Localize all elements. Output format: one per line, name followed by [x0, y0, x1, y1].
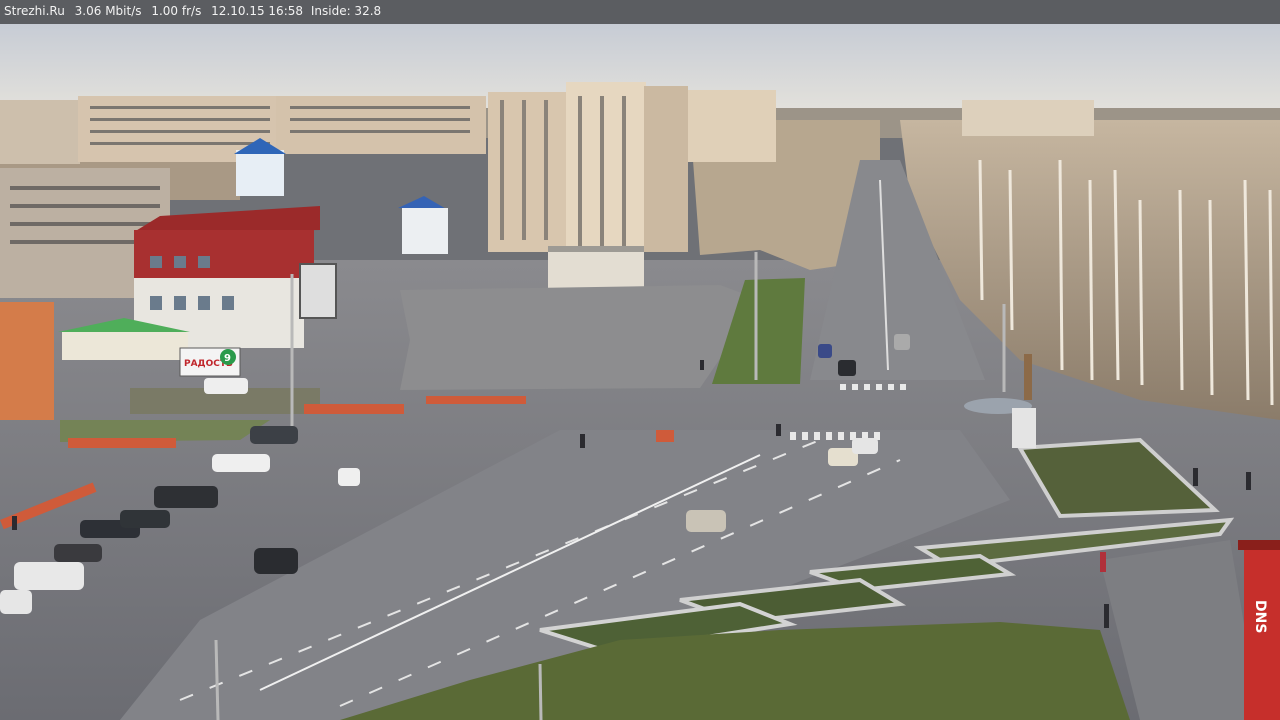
dns-sign-text: DNS	[1252, 600, 1268, 633]
billboard	[299, 263, 337, 319]
kiosk-building	[548, 250, 644, 292]
bitrate: 3.06 Mbit/s	[74, 4, 142, 18]
site-name: Strezhi.Ru	[4, 4, 65, 18]
dns-store: DNS	[1238, 540, 1280, 720]
framerate: 1.00 fr/s	[151, 4, 202, 18]
timestamp: 12.10.15 16:58	[211, 4, 304, 18]
status-bar: Strezhi.Ru 3.06 Mbit/s 1.00 fr/s 12.10.1…	[0, 0, 1280, 24]
webcam-view: РАДОСТЬ 9 DNS	[0, 0, 1280, 720]
temperature: Inside: 32.8	[310, 4, 382, 18]
central-plaza	[400, 285, 760, 390]
store-sign-digit: 9	[224, 353, 231, 364]
distant-building-right	[962, 100, 1094, 136]
orange-shop	[0, 302, 54, 420]
blue-roof	[398, 196, 448, 210]
store-sign: РАДОСТЬ 9	[179, 347, 241, 377]
